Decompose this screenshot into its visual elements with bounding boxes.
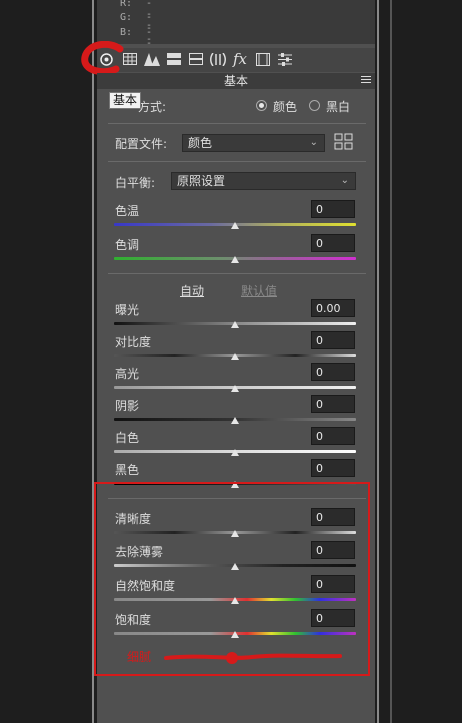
aperture-icon[interactable] <box>97 50 115 68</box>
lens-icon[interactable] <box>209 50 227 68</box>
divider <box>108 273 366 274</box>
default-link[interactable]: 默认值 <box>241 282 277 299</box>
chevron-down-icon: ⌄ <box>340 175 349 186</box>
right-border <box>377 0 379 723</box>
temperature-thumb[interactable] <box>231 222 239 229</box>
whites-label: 白色 <box>115 431 140 445</box>
radio-color-label[interactable]: 颜色 <box>273 98 297 115</box>
wb-label: 白平衡: <box>115 176 156 190</box>
shadows-thumb[interactable] <box>231 417 239 424</box>
tint-label: 色调 <box>115 238 140 252</box>
highlights-thumb[interactable] <box>231 385 239 392</box>
treatment-label: 方式: <box>138 100 167 114</box>
tooltip: 基本 <box>109 92 142 109</box>
profile-browser-icon[interactable] <box>334 133 354 154</box>
fx-icon[interactable]: fx <box>231 50 249 68</box>
whites-value[interactable]: 0 <box>311 427 355 445</box>
annotation-text: 细腻 <box>127 650 152 664</box>
tint-thumb[interactable] <box>231 256 239 263</box>
tint-value[interactable]: 0 <box>311 234 355 252</box>
rgb-row-r: R: --- <box>120 0 153 31</box>
sliders-icon[interactable] <box>276 50 294 68</box>
split-icon[interactable] <box>187 50 205 68</box>
highlights-value[interactable]: 0 <box>311 363 355 381</box>
profile-label: 配置文件: <box>115 137 168 151</box>
radio-bw[interactable] <box>309 100 320 111</box>
blacks-value[interactable]: 0 <box>311 459 355 477</box>
grid-icon[interactable] <box>121 50 139 68</box>
triangles-icon[interactable] <box>143 50 161 68</box>
temperature-label: 色温 <box>115 204 140 218</box>
divider <box>108 123 366 124</box>
auto-link[interactable]: 自动 <box>180 282 204 299</box>
hsl-grid-icon[interactable] <box>165 50 183 68</box>
contrast-value[interactable]: 0 <box>311 331 355 349</box>
film-icon[interactable] <box>254 50 272 68</box>
section-header: 基本 <box>97 73 375 89</box>
divider <box>108 161 366 162</box>
blacks-label: 黑色 <box>115 463 140 477</box>
exposure-value[interactable]: 0.00 <box>311 299 355 317</box>
exposure-thumb[interactable] <box>231 321 239 328</box>
profile-dropdown[interactable]: 颜色 ⌄ <box>182 134 325 152</box>
whites-thumb[interactable] <box>231 449 239 456</box>
red-highlight-box <box>94 482 370 676</box>
wb-dropdown[interactable]: 原照设置 ⌄ <box>171 172 356 190</box>
exposure-label: 曝光 <box>115 303 140 317</box>
wb-value: 原照设置 <box>177 174 226 188</box>
shadows-value[interactable]: 0 <box>311 395 355 413</box>
contrast-thumb[interactable] <box>231 353 239 360</box>
shadows-label: 阴影 <box>115 399 140 413</box>
chevron-down-icon: ⌄ <box>309 137 318 148</box>
temperature-value[interactable]: 0 <box>311 200 355 218</box>
red-underline-scribble <box>164 652 342 664</box>
radio-color[interactable] <box>256 100 267 111</box>
rgb-readout <box>97 0 375 44</box>
section-title: 基本 <box>223 74 248 88</box>
contrast-label: 对比度 <box>115 335 152 349</box>
rgb-row-b: B:--- <box>120 27 153 60</box>
profile-value: 颜色 <box>188 136 213 150</box>
highlights-label: 高光 <box>115 367 140 381</box>
radio-bw-label[interactable]: 黑白 <box>326 98 350 115</box>
panel-menu-icon[interactable] <box>361 76 371 85</box>
right-border-outer <box>390 0 392 723</box>
rgb-row-g: G: --- <box>120 12 153 45</box>
